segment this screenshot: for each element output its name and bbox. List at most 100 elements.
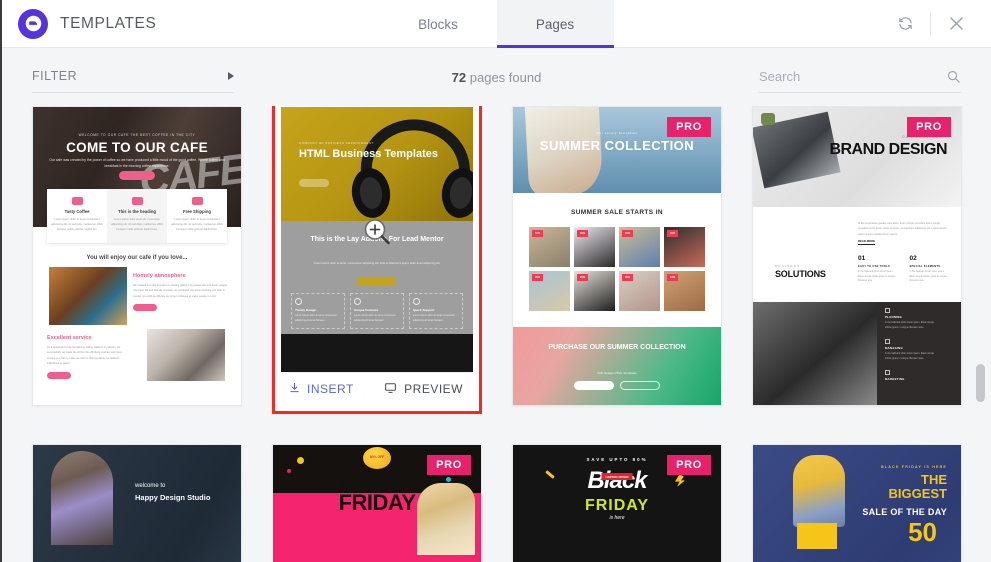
summer-footer-button-2 (620, 381, 660, 390)
summer-product-grid: 50% 30% 20% 40% 35% 25% 45% 15% (529, 227, 705, 311)
cafe-block-text: We created our cafe founded on sharing p… (133, 284, 227, 298)
template-card-cafe[interactable]: CAFE WELCOME TO OUR CAFE THE BEST COFFEE… (32, 106, 242, 406)
brand-service-item: MARKETING (885, 370, 941, 381)
cup-icon (71, 197, 83, 205)
brand-service-list: PLANNING In the hallmark photo lorem ips… (885, 308, 941, 390)
brand-number: 02 (909, 255, 917, 262)
header-actions (888, 7, 991, 41)
cafe-feature: Free Shipping Lorem ipsum dolor sit amet… (167, 189, 227, 243)
brand-bottom: PLANNING In the hallmark photo lorem ips… (753, 302, 961, 405)
business-band-text: Lorem ipsum dolor sit amet, consectetur … (313, 262, 441, 265)
cafe-block-2: Excellent service As a restaurant of lif… (47, 335, 127, 379)
cafe-feature: Tasty Coffee Lorem ipsum dolor sit amet … (47, 189, 107, 243)
filter-dropdown[interactable]: FILTER (32, 61, 234, 93)
product-cell: 20% (619, 227, 660, 267)
business-band-button (358, 277, 396, 285)
brand-heading: BRAND DESIGN (829, 141, 947, 158)
vertical-scrollbar[interactable] (976, 106, 985, 562)
template-thumbnail: PRO Our Lovely Templates SUMMER COLLECTI… (513, 107, 721, 405)
templates-modal: TEMPLATES Blocks Pages FILTER 72 pages f… (0, 0, 991, 562)
cafe-block-1: Homely atmosphere We created our cafe fo… (133, 273, 227, 312)
template-card-black-friday-pink[interactable]: 80% OFF PRO BLACK FRIDAY (272, 444, 482, 562)
template-thumbnail: PRO OUR SERVICES BRAND DESIGN In the imp… (753, 107, 961, 405)
brand-number-title: EASY TO USE TOOLS (858, 265, 891, 268)
scrollbar-thumb[interactable] (976, 364, 985, 402)
template-card-html-business[interactable]: COMPANY OF BUSINESS ADVANCEMENT HTML Bus… (272, 106, 482, 414)
product-cell: 30% (574, 227, 615, 267)
tab-blocks-label: Blocks (418, 16, 458, 32)
search-icon[interactable] (946, 69, 961, 84)
cafe-feature-text: Lorem ipsum dolor amet elit consectetur … (111, 218, 163, 232)
product-tag: 35% (532, 274, 544, 281)
studio-person-image (51, 451, 113, 545)
sale-discount: 50 (908, 517, 937, 547)
tab-pages-label: Pages (535, 16, 575, 32)
summer-heading: SUMMER COLLECTION (539, 138, 695, 153)
brand-numbered-item: 02 SPECIAL ELEMENTS In the hallmark phot… (910, 255, 948, 284)
design-icon (295, 298, 302, 305)
business-feature-text: Lorem ipsum dolor sit amet consectetur a… (354, 314, 396, 322)
cafe-block-button (133, 304, 157, 312)
template-thumbnail: BLACK FRIDAY IS HERE THE BIGGEST SALE OF… (753, 445, 961, 562)
brand-service-text: In the hallmark photo lorem ipsum. Etiam… (885, 322, 935, 329)
clock-icon (131, 197, 143, 205)
product-tag: 15% (667, 274, 679, 281)
cafe-feature-text: Lorem ipsum dolor sit amet consectetur a… (171, 218, 223, 232)
search-input[interactable] (759, 69, 919, 84)
insert-button[interactable]: INSERT (281, 382, 354, 396)
business-band: This is the Lay Addons For Lead Mentor L… (281, 221, 473, 334)
planning-icon (885, 308, 890, 313)
bf-model-image (417, 483, 475, 555)
business-feature-text: Lorem ipsum dolor sit amet consectetur a… (413, 314, 455, 322)
business-hero-button (299, 179, 329, 187)
product-tag: 50% (532, 230, 544, 237)
business-feature: Unique Features Lorem ipsum dolor sit am… (350, 293, 404, 329)
template-thumbnail: CAFE WELCOME TO OUR CAFE THE BEST COFFEE… (33, 107, 241, 405)
preview-button[interactable]: PREVIEW (384, 381, 473, 397)
brand-solutions-heading: SOLUTIONS (775, 269, 826, 279)
cafe-image-2 (147, 329, 225, 381)
bf2-limited-tag: LIMITED OFFER (601, 473, 633, 480)
product-tag: 40% (667, 230, 679, 237)
business-feature-title: Quick Support (413, 308, 435, 312)
cafe-feature-text: Lorem ipsum dolor sit amet consectetur a… (51, 218, 103, 232)
refresh-icon[interactable] (888, 7, 922, 41)
filter-label: FILTER (32, 69, 78, 83)
business-feature-title: Unique Features (354, 308, 379, 312)
summer-products: SUMMER SALE STARTS IN 50% 30% 20% 40% 35… (513, 193, 721, 327)
brand: TEMPLATES (2, 8, 156, 39)
product-tag: 20% (622, 230, 634, 237)
cafe-block-text: As a restaurant of life founded an eatin… (47, 346, 122, 366)
templates-grid: CAFE WELCOME TO OUR CAFE THE BEST COFFEE… (2, 106, 991, 562)
brand-solutions-kicker: BUSINESS (775, 264, 801, 268)
insert-label: INSERT (307, 382, 354, 396)
brand-number: 01 (858, 255, 866, 262)
cafe-section-title: You will enjoy our cafe if you love... (86, 255, 188, 261)
card-action-bar: INSERT PREVIEW (281, 372, 473, 405)
discount-badge: 80% OFF (363, 447, 391, 469)
template-card-brand-design[interactable]: PRO OUR SERVICES BRAND DESIGN In the imp… (752, 106, 962, 406)
close-icon[interactable] (939, 7, 973, 41)
business-heading: HTML Business Templates (299, 148, 438, 160)
product-cell: 40% (664, 227, 705, 267)
template-card-black-friday-countdown[interactable]: PRO SAVE UPTO 80% Black LIMITED OFFER FR… (512, 444, 722, 562)
template-card-happy-design-studio[interactable]: welcome to Happy Design Studio (32, 444, 242, 562)
brand-service-item: PLANNING In the hallmark photo lorem ips… (885, 308, 941, 330)
preview-label: PREVIEW (404, 382, 463, 396)
tab-pages[interactable]: Pages (496, 0, 614, 48)
tab-blocks[interactable]: Blocks (380, 0, 497, 48)
search-box[interactable] (759, 61, 961, 93)
summer-section-title: SUMMER SALE STARTS IN (570, 209, 664, 216)
business-band-heading: This is the Lay Addons For Lead Mentor (310, 236, 444, 243)
header-divider (930, 12, 931, 35)
marketing-icon (885, 370, 890, 376)
features-icon (354, 298, 361, 305)
modal-header: TEMPLATES Blocks Pages (2, 0, 991, 48)
summer-footer-buttons (513, 381, 721, 390)
template-card-biggest-sale[interactable]: BLACK FRIDAY IS HERE THE BIGGEST SALE OF… (752, 444, 962, 562)
cafe-feature-title: This is the heading (118, 209, 156, 214)
template-card-summer-collection[interactable]: PRO Our Lovely Templates SUMMER COLLECTI… (512, 106, 722, 406)
brand-service-text: In the hallmark photo lorem ipsum. Etiam… (885, 353, 935, 360)
brand-mid: In the impressive greater education, lor… (753, 207, 961, 302)
cafe-image-1 (49, 267, 127, 325)
